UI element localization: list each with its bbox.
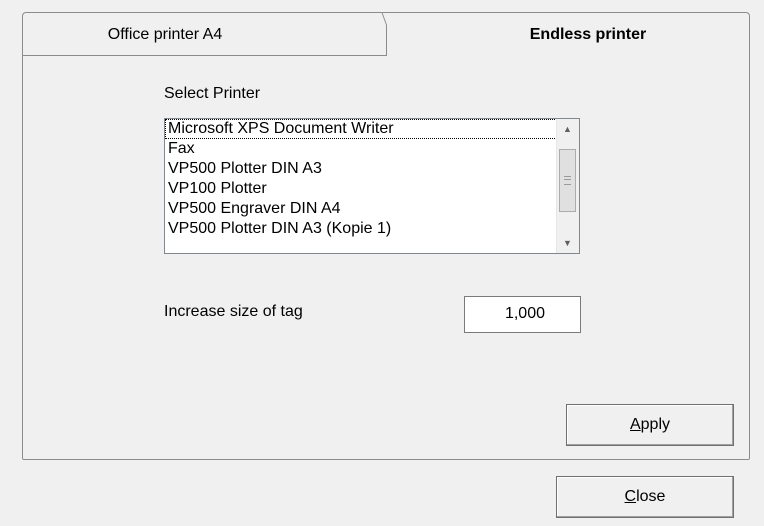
triangle-down-icon: ▼ xyxy=(563,238,572,248)
vertical-scrollbar[interactable]: ▲ ▼ xyxy=(556,119,579,253)
scroll-up-button[interactable]: ▲ xyxy=(557,119,578,139)
close-label-rest: lose xyxy=(636,488,666,505)
tab-panel xyxy=(22,55,750,460)
list-item[interactable]: VP100 Plotter xyxy=(165,179,557,199)
list-item[interactable]: Microsoft XPS Document Writer xyxy=(165,119,557,139)
list-item[interactable]: VP500 Plotter DIN A3 xyxy=(165,159,557,179)
list-item[interactable]: VP500 Engraver DIN A4 xyxy=(165,199,557,219)
scroll-thumb[interactable] xyxy=(559,149,576,212)
list-item[interactable]: VP500 Plotter DIN A3 (Kopie 1) xyxy=(165,219,557,239)
printer-list: Microsoft XPS Document Writer Fax VP500 … xyxy=(165,119,557,239)
tab-label: Office printer A4 xyxy=(107,26,223,43)
select-printer-label: Select Printer xyxy=(164,85,261,102)
scroll-down-button[interactable]: ▼ xyxy=(557,233,578,253)
grip-icon xyxy=(564,176,571,185)
apply-access-key: A xyxy=(629,416,641,433)
tab-office-printer-a4[interactable]: Office printer A4 xyxy=(22,12,388,57)
close-button[interactable]: Close xyxy=(556,476,734,518)
triangle-up-icon: ▲ xyxy=(563,124,572,134)
tag-size-input[interactable]: 1,000 xyxy=(464,296,581,333)
close-access-key: C xyxy=(624,488,637,505)
printer-listbox[interactable]: Microsoft XPS Document Writer Fax VP500 … xyxy=(164,118,580,254)
tab-endless-printer[interactable]: Endless printer xyxy=(386,12,750,56)
increase-tag-size-label: Increase size of tag xyxy=(164,303,303,320)
tab-label: Endless printer xyxy=(529,25,647,43)
list-item[interactable]: Fax xyxy=(165,139,557,159)
apply-label-rest: pply xyxy=(640,416,671,433)
apply-button[interactable]: Apply xyxy=(566,404,734,446)
